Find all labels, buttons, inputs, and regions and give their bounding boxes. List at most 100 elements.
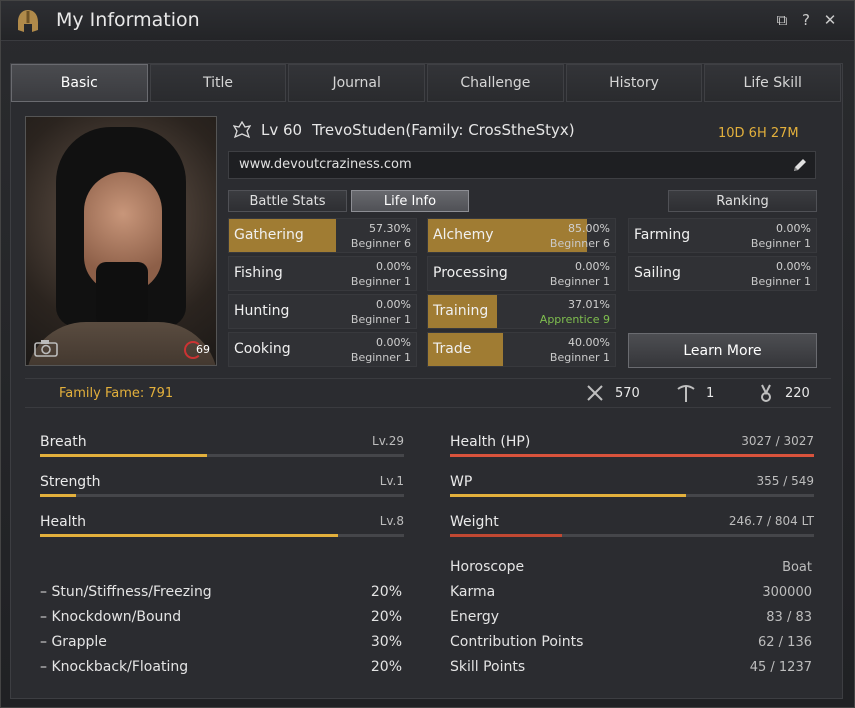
skill-percent: 0.00%	[376, 298, 411, 311]
stat-value: 3027 / 3027	[741, 434, 814, 448]
skill-percent: 57.30%	[369, 222, 411, 235]
resistance-value: 20%	[370, 584, 402, 600]
resistance-row: – Grapple 30%	[40, 634, 402, 654]
help-icon[interactable]: ?	[798, 11, 814, 29]
life-fame: 1	[706, 386, 715, 401]
tab-life-skill[interactable]: Life Skill	[704, 64, 842, 102]
camera-icon[interactable]	[34, 339, 58, 357]
stat-bar-track	[40, 534, 404, 537]
stat-label: Breath	[40, 434, 87, 450]
popout-icon[interactable]: ⧉	[774, 11, 790, 29]
skill-percent: 85.00%	[568, 222, 610, 235]
stat-label: WP	[450, 474, 473, 490]
skill-name: Fishing	[234, 265, 283, 281]
title-bar[interactable]: My Information ⧉ ? ✕	[1, 1, 854, 41]
stat-bar-track	[40, 494, 404, 497]
skill-grade: Beginner 1	[750, 237, 811, 250]
tab-bar: Basic Title Journal Challenge History Li…	[11, 64, 842, 102]
resistance-label: – Stun/Stiffness/Freezing	[40, 584, 212, 600]
stat-bar-fill	[450, 454, 814, 457]
stat-label: Health (HP)	[450, 434, 531, 450]
stat-value: 355 / 549	[756, 474, 814, 488]
skill-grade: Beginner 1	[350, 313, 411, 326]
resistance-value: 20%	[370, 659, 402, 675]
tab-journal[interactable]: Journal	[288, 64, 426, 102]
stat-label: Strength	[40, 474, 101, 490]
character-portrait: 69	[25, 116, 217, 366]
resistance-label: – Grapple	[40, 634, 107, 650]
stat-bar-fill	[40, 454, 208, 457]
life-skill-sailing[interactable]: Sailing 0.00% Beginner 1	[628, 256, 817, 291]
stat-bar-fill	[450, 494, 686, 497]
skill-grade: Beginner 1	[549, 351, 610, 364]
skill-percent: 40.00%	[568, 336, 610, 349]
life-info-button[interactable]: Life Info	[351, 190, 469, 212]
life-skill-training[interactable]: Training 37.01% Apprentice 9	[427, 294, 616, 329]
helmet-icon	[18, 10, 38, 32]
learn-more-button[interactable]: Learn More	[628, 333, 817, 368]
life-skill-gathering[interactable]: Gathering 57.30% Beginner 6	[228, 218, 417, 253]
skill-name: Gathering	[234, 227, 304, 243]
life-skill-farming[interactable]: Farming 0.00% Beginner 1	[628, 218, 817, 253]
my-information-window: My Information ⧉ ? ✕ Basic Title Journal…	[0, 0, 855, 708]
family-stats-row: Family Fame: 791 570 1 220	[25, 378, 831, 408]
info-energy: Energy 83 / 83	[450, 609, 812, 629]
info-value: 83 / 83	[766, 610, 812, 625]
pickaxe-icon	[677, 385, 695, 402]
url-text: www.devoutcraziness.com	[239, 157, 412, 172]
close-icon[interactable]: ✕	[822, 11, 838, 29]
skill-name: Cooking	[234, 341, 291, 357]
info-label: Horoscope	[450, 559, 525, 575]
info-label: Karma	[450, 584, 496, 600]
stat-bar-fill	[40, 494, 77, 497]
window-title: My Information	[56, 9, 200, 31]
tab-title[interactable]: Title	[149, 64, 287, 102]
stat-value: Lv.29	[372, 434, 404, 448]
life-skill-fishing[interactable]: Fishing 0.00% Beginner 1	[228, 256, 417, 291]
info-label: Skill Points	[450, 659, 526, 675]
resistance-row: – Stun/Stiffness/Freezing 20%	[40, 584, 402, 604]
battle-stats-button[interactable]: Battle Stats	[228, 190, 347, 212]
stat-bar-track	[450, 494, 814, 497]
family-fame: Family Fame: 791	[59, 386, 174, 401]
url-field[interactable]: www.devoutcraziness.com	[228, 151, 816, 179]
tab-history[interactable]: History	[565, 64, 703, 102]
crossed-swords-icon	[587, 385, 603, 401]
info-horoscope: Horoscope Boat	[450, 559, 812, 579]
stat-value: Lv.8	[379, 514, 404, 528]
character-name: TrevoStuden(Family: CrosStheStyx)	[312, 121, 575, 139]
info-value: 62 / 136	[758, 635, 812, 650]
life-skill-alchemy[interactable]: Alchemy 85.00% Beginner 6	[427, 218, 616, 253]
ranking-button[interactable]: Ranking	[668, 190, 817, 212]
skill-percent: 0.00%	[575, 260, 610, 273]
stat-bar-track	[450, 534, 814, 537]
skill-name: Sailing	[634, 265, 681, 281]
resistance-value: 30%	[370, 634, 402, 650]
resistance-label: – Knockdown/Bound	[40, 609, 182, 625]
skill-percent: 0.00%	[376, 336, 411, 349]
stat-bar-track	[450, 454, 814, 457]
life-skill-trade[interactable]: Trade 40.00% Beginner 1	[427, 332, 616, 367]
skill-grade: Apprentice 9	[539, 313, 610, 326]
character-level: Lv 60	[261, 121, 303, 139]
playtime: 10D 6H 27M	[718, 126, 799, 141]
stat-value: 246.7 / 804 LT	[728, 514, 814, 528]
stat-label: Weight	[450, 514, 499, 530]
info-value: Boat	[782, 560, 812, 575]
life-skill-cooking[interactable]: Cooking 0.00% Beginner 1	[228, 332, 417, 367]
skill-name: Farming	[634, 227, 691, 243]
skill-fame: 220	[785, 386, 810, 401]
skill-name: Trade	[433, 341, 472, 357]
tab-challenge[interactable]: Challenge	[427, 64, 564, 102]
life-skill-processing[interactable]: Processing 0.00% Beginner 1	[427, 256, 616, 291]
info-skill-points: Skill Points 45 / 1237	[450, 659, 812, 679]
info-value: 45 / 1237	[749, 660, 812, 675]
pencil-icon[interactable]	[791, 156, 809, 174]
resistance-value: 20%	[370, 609, 402, 625]
skill-name: Alchemy	[433, 227, 494, 243]
skill-percent: 0.00%	[776, 260, 811, 273]
tab-basic[interactable]: Basic	[11, 64, 148, 102]
resistance-label: – Knockback/Floating	[40, 659, 189, 675]
stat-bar-fill	[450, 534, 562, 537]
life-skill-hunting[interactable]: Hunting 0.00% Beginner 1	[228, 294, 417, 329]
